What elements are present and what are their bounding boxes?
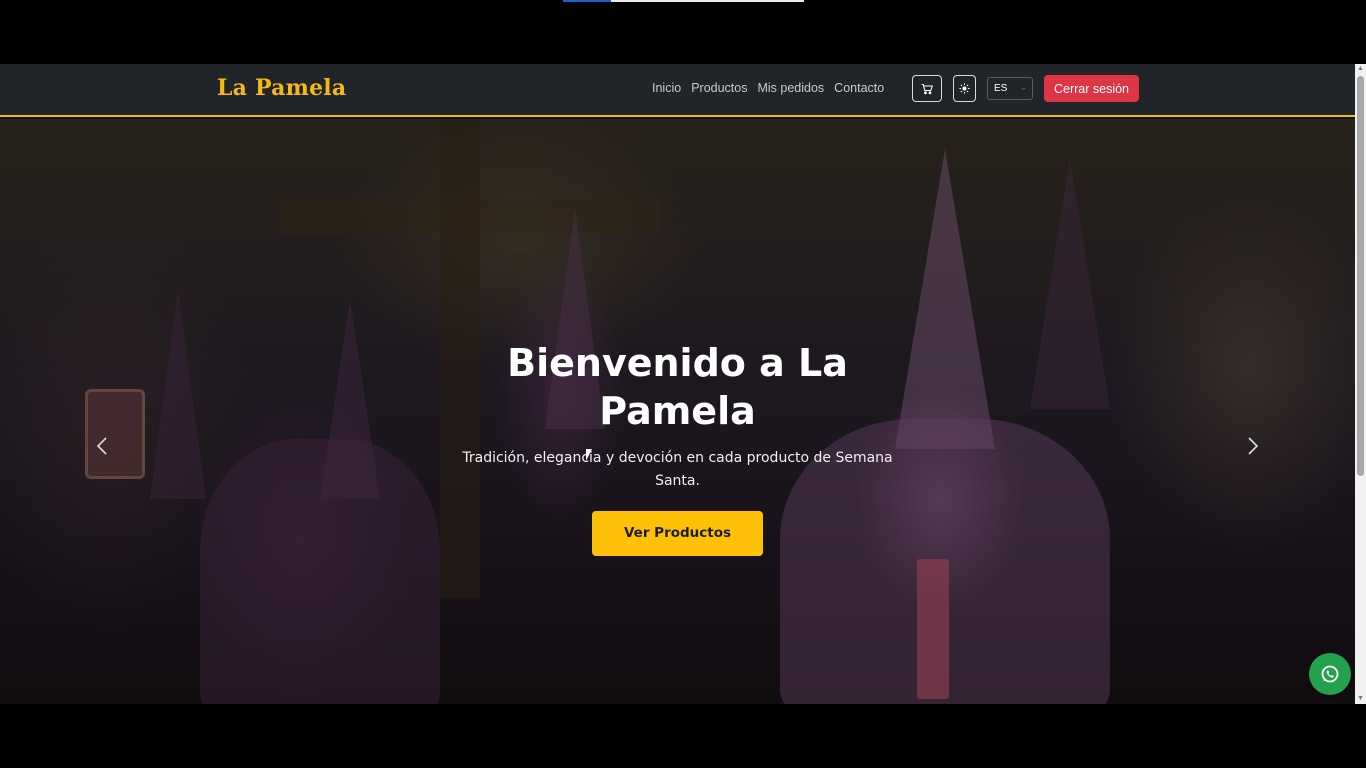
scrollbar-thumb[interactable] [1357, 76, 1364, 476]
chevron-right-icon [1248, 437, 1259, 455]
nav-link-inicio[interactable]: Inicio [652, 81, 681, 95]
screen: La Pamela Inicio Productos Mis pedidos C… [0, 0, 1366, 768]
view-products-button[interactable]: Ver Productos [592, 511, 763, 556]
scroll-up-arrow-icon[interactable]: ▲ [1355, 64, 1366, 74]
language-value: ES [994, 83, 1008, 94]
language-select[interactable]: ES ⌄ [987, 77, 1033, 100]
carousel-prev-button[interactable] [90, 431, 114, 461]
nav-link-mis-pedidos[interactable]: Mis pedidos [757, 81, 824, 95]
scroll-down-arrow-icon[interactable]: ▼ [1355, 694, 1366, 704]
cart-button[interactable] [912, 75, 942, 102]
loading-progress-fill [563, 0, 611, 2]
brand-logo[interactable]: La Pamela [217, 75, 346, 101]
vertical-scrollbar[interactable]: ▲ ▼ [1355, 64, 1366, 704]
nav-links: Inicio Productos Mis pedidos Contacto [652, 81, 894, 95]
nav-link-contacto[interactable]: Contacto [834, 81, 884, 95]
sun-icon [959, 83, 970, 94]
navbar: La Pamela Inicio Productos Mis pedidos C… [0, 64, 1355, 117]
theme-toggle-button[interactable] [953, 75, 976, 102]
chevron-down-icon: ⌄ [1019, 82, 1027, 92]
loading-progress-bar [563, 0, 804, 2]
cart-icon [921, 83, 933, 94]
hero-title: Bienvenido a La Pamela [507, 341, 848, 433]
whatsapp-icon [1321, 665, 1339, 683]
chevron-left-icon [96, 437, 107, 455]
hero-subtitle: Tradición, elegancia y devoción en cada … [462, 450, 893, 489]
nav-link-productos[interactable]: Productos [691, 81, 747, 95]
hero-content: Bienvenido a La Pamela Tradición, elegan… [450, 339, 905, 556]
hero-carousel: Bienvenido a La Pamela Tradición, elegan… [0, 119, 1355, 704]
logout-button[interactable]: Cerrar sesión [1044, 75, 1139, 102]
carousel-next-button[interactable] [1241, 431, 1265, 461]
mouse-cursor [586, 449, 592, 461]
whatsapp-button[interactable] [1309, 653, 1351, 695]
browser-viewport: La Pamela Inicio Productos Mis pedidos C… [0, 64, 1366, 704]
